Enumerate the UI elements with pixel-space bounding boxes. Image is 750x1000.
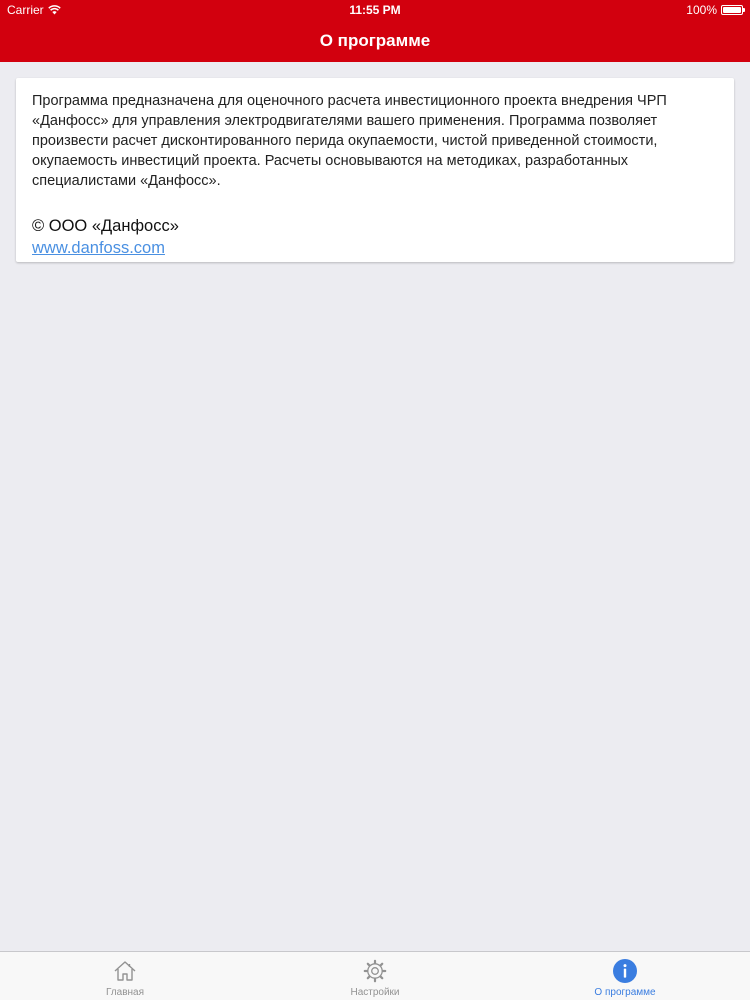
battery-icon bbox=[721, 5, 745, 15]
tab-about-label: О программе bbox=[594, 987, 656, 998]
status-time: 11:55 PM bbox=[349, 3, 401, 17]
about-card: Программа предназначена для оценочного р… bbox=[16, 78, 734, 262]
header-bar: Carrier 11:55 PM 100% О программе bbox=[0, 0, 750, 62]
tab-home-label: Главная bbox=[105, 987, 145, 998]
status-bar: Carrier 11:55 PM 100% bbox=[0, 0, 750, 20]
copyright-text: © ООО «Данфосс» bbox=[32, 217, 179, 235]
screen: Carrier 11:55 PM 100% О программе Програ… bbox=[0, 0, 750, 1000]
battery-percent: 100% bbox=[686, 3, 717, 17]
home-icon bbox=[114, 961, 136, 981]
tab-settings[interactable]: Настройки bbox=[250, 952, 500, 1000]
status-right: 100% bbox=[686, 3, 745, 17]
about-description: Программа предназначена для оценочного р… bbox=[32, 93, 667, 189]
tab-home[interactable]: Главная bbox=[0, 952, 250, 1000]
tab-about[interactable]: О программе bbox=[500, 952, 750, 1000]
page-title: О программе bbox=[319, 31, 431, 50]
info-icon bbox=[613, 959, 637, 983]
website-link[interactable]: www.danfoss.com bbox=[32, 238, 165, 258]
tab-settings-label: Настройки bbox=[350, 987, 400, 998]
gear-icon bbox=[363, 959, 387, 983]
tab-bar: Главная Настройки О программе bbox=[0, 951, 750, 1000]
